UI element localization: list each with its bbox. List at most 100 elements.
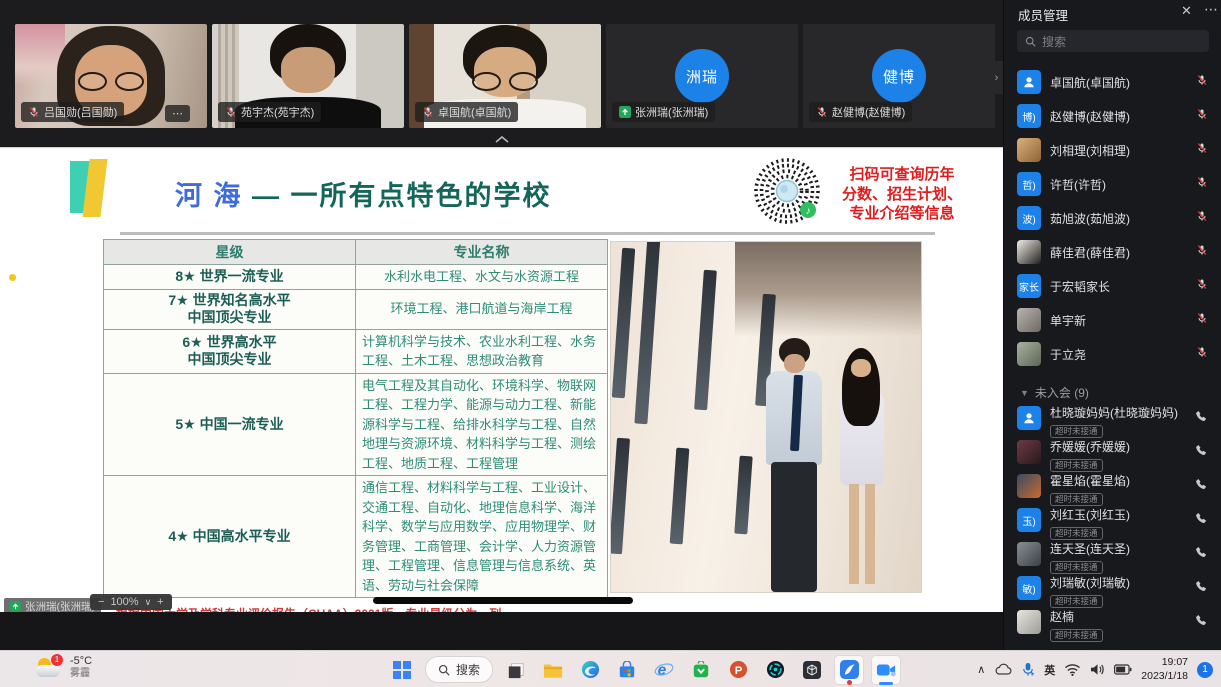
participant-tile[interactable]: 卓国航(卓国航) [409, 24, 601, 128]
zoom-in-button[interactable]: + [157, 596, 163, 608]
call-member-button[interactable] [1195, 410, 1208, 428]
call-member-button[interactable] [1195, 614, 1208, 632]
not-joined-row[interactable]: 玉)刘红玉(刘红玉)超时未接通 [1017, 506, 1221, 536]
school-logo [70, 159, 110, 217]
not-joined-row[interactable]: 敏)刘瑞敏(刘瑞敏)超时未接通 [1017, 574, 1221, 604]
call-member-button[interactable] [1195, 444, 1208, 462]
member-name: 于立尧 [1050, 346, 1196, 363]
member-row[interactable]: 哲)许哲(许哲) [1017, 170, 1221, 198]
member-mic-status[interactable] [1196, 209, 1208, 227]
call-member-button[interactable] [1195, 478, 1208, 496]
collapse-strip-button[interactable] [0, 132, 1003, 147]
mic-muted-icon[interactable] [1196, 108, 1208, 120]
mic-muted-icon[interactable] [1196, 176, 1208, 188]
member-mic-status[interactable] [1196, 277, 1208, 295]
phone-call-icon[interactable] [1195, 410, 1208, 423]
more-options-icon[interactable]: ⋯ [1204, 1, 1218, 18]
battery-icon[interactable] [1114, 664, 1132, 675]
member-row[interactable]: 博)赵健博(赵健博) [1017, 102, 1221, 130]
mic-muted-icon[interactable] [1196, 312, 1208, 324]
mic-muted-icon[interactable] [1196, 74, 1208, 86]
dark-circle-app-button[interactable] [761, 656, 789, 684]
member-row[interactable]: 单宇新 [1017, 306, 1221, 334]
member-search-input[interactable]: 搜索 [1017, 30, 1209, 52]
zoom-level[interactable]: 100% [110, 596, 138, 608]
member-mic-status[interactable] [1196, 345, 1208, 363]
member-row[interactable]: 卓国航(卓国航) [1017, 68, 1221, 96]
majors-table-row: 4★ 中国高水平专业通信工程、材料科学与工程、工业设计、交通工程、自动化、地理信… [104, 476, 608, 598]
mic-muted-icon[interactable] [1196, 346, 1208, 358]
member-row[interactable]: 波)茹旭波(茹旭波) [1017, 204, 1221, 232]
weather-widget[interactable]: 1 -5°C 雾霾 [36, 655, 92, 680]
not-joined-section-header[interactable]: ▼ 未入会 (9) [1020, 384, 1089, 401]
member-mic-status[interactable] [1196, 311, 1208, 329]
qr-caption-line: 专业介绍等信息 [832, 204, 972, 224]
ie-browser-button[interactable]: e [650, 656, 678, 684]
phone-call-icon[interactable] [1195, 614, 1208, 627]
not-joined-row[interactable]: 霍星焰(霍星焰)超时未接通 [1017, 472, 1221, 502]
mic-muted-icon[interactable] [1196, 278, 1208, 290]
member-row[interactable]: 刘相理(刘相理) [1017, 136, 1221, 164]
member-name: 许哲(许哲) [1050, 176, 1196, 193]
mic-muted-icon[interactable] [1196, 244, 1208, 256]
member-mic-status[interactable] [1196, 175, 1208, 193]
call-member-button[interactable] [1195, 580, 1208, 598]
not-joined-row[interactable]: 杜晓璇妈妈(杜晓璇妈妈)超时未接通 [1017, 404, 1221, 434]
microsoft-store-button[interactable] [613, 656, 641, 684]
member-mic-status[interactable] [1196, 73, 1208, 91]
onedrive-cloud-icon[interactable] [994, 663, 1012, 676]
powerpoint-button[interactable]: P [724, 656, 752, 684]
not-joined-row[interactable]: 乔媛媛(乔媛媛)超时未接通 [1017, 438, 1221, 468]
participant-tile[interactable]: 苑宇杰(苑宇杰) [212, 24, 404, 128]
member-row[interactable]: 薛佳君(薛佳君) [1017, 238, 1221, 266]
mic-muted-icon[interactable] [422, 106, 434, 118]
microphone-in-use-icon[interactable] [1021, 662, 1035, 677]
taskbar-search[interactable]: 搜索 [425, 656, 493, 683]
not-joined-row[interactable]: 赵楠超时未接通 [1017, 608, 1221, 638]
tray-chevron-up[interactable]: ∧ [977, 663, 985, 676]
tile-more-button[interactable]: ⋯ [165, 105, 190, 122]
majors-cell: 计算机科学与技术、农业水利工程、水务工程、土木工程、思想政治教育 [356, 329, 608, 373]
phone-call-icon[interactable] [1195, 444, 1208, 457]
member-row[interactable]: 家长于宏韬家长 [1017, 272, 1221, 300]
clock[interactable]: 19:07 2023/1/18 [1141, 656, 1188, 683]
blue-quill-app-button[interactable] [835, 656, 863, 684]
expand-panel-tab[interactable]: › [990, 61, 1003, 94]
majors-table-header-level: 星级 [104, 240, 356, 265]
game-cube-app-button[interactable] [798, 656, 826, 684]
mic-muted-icon[interactable] [816, 106, 828, 118]
zoom-caret-icon[interactable]: ∨ [145, 597, 152, 608]
participant-avatar: 洲瑞 [675, 49, 729, 103]
document-scrollbar[interactable] [373, 597, 633, 604]
participant-tile[interactable]: 健博赵健博(赵健博) [803, 24, 995, 128]
participant-tile[interactable]: 吕国勋(吕国勋)⋯ [15, 24, 207, 128]
phone-call-icon[interactable] [1195, 478, 1208, 491]
windows-start-button[interactable] [388, 656, 416, 684]
file-explorer-button[interactable] [539, 656, 567, 684]
phone-call-icon[interactable] [1195, 546, 1208, 559]
member-row[interactable]: 于立尧 [1017, 340, 1221, 368]
call-member-button[interactable] [1195, 546, 1208, 564]
member-mic-status[interactable] [1196, 243, 1208, 261]
zoom-out-button[interactable]: − [98, 596, 104, 608]
not-joined-row[interactable]: 连天圣(连天圣)超时未接通 [1017, 540, 1221, 570]
member-mic-status[interactable] [1196, 141, 1208, 159]
notification-center-badge[interactable]: 1 [1197, 662, 1213, 678]
green-store-app-button[interactable] [687, 656, 715, 684]
close-icon[interactable]: ✕ [1181, 3, 1192, 19]
phone-call-icon[interactable] [1195, 512, 1208, 525]
mic-muted-icon[interactable] [225, 106, 237, 118]
call-member-button[interactable] [1195, 512, 1208, 530]
ime-indicator[interactable]: 英 [1044, 662, 1055, 678]
mic-muted-icon[interactable] [1196, 210, 1208, 222]
member-mic-status[interactable] [1196, 107, 1208, 125]
edge-browser-button[interactable] [576, 656, 604, 684]
meeting-app-button[interactable] [872, 656, 900, 684]
speaker-icon[interactable] [1090, 663, 1105, 676]
phone-call-icon[interactable] [1195, 580, 1208, 593]
task-view-button[interactable] [502, 656, 530, 684]
participant-tile[interactable]: 洲瑞张洲瑞(张洲瑞) [606, 24, 798, 128]
mic-muted-icon[interactable] [1196, 142, 1208, 154]
wifi-icon[interactable] [1064, 663, 1081, 676]
mic-muted-icon[interactable] [28, 106, 40, 118]
